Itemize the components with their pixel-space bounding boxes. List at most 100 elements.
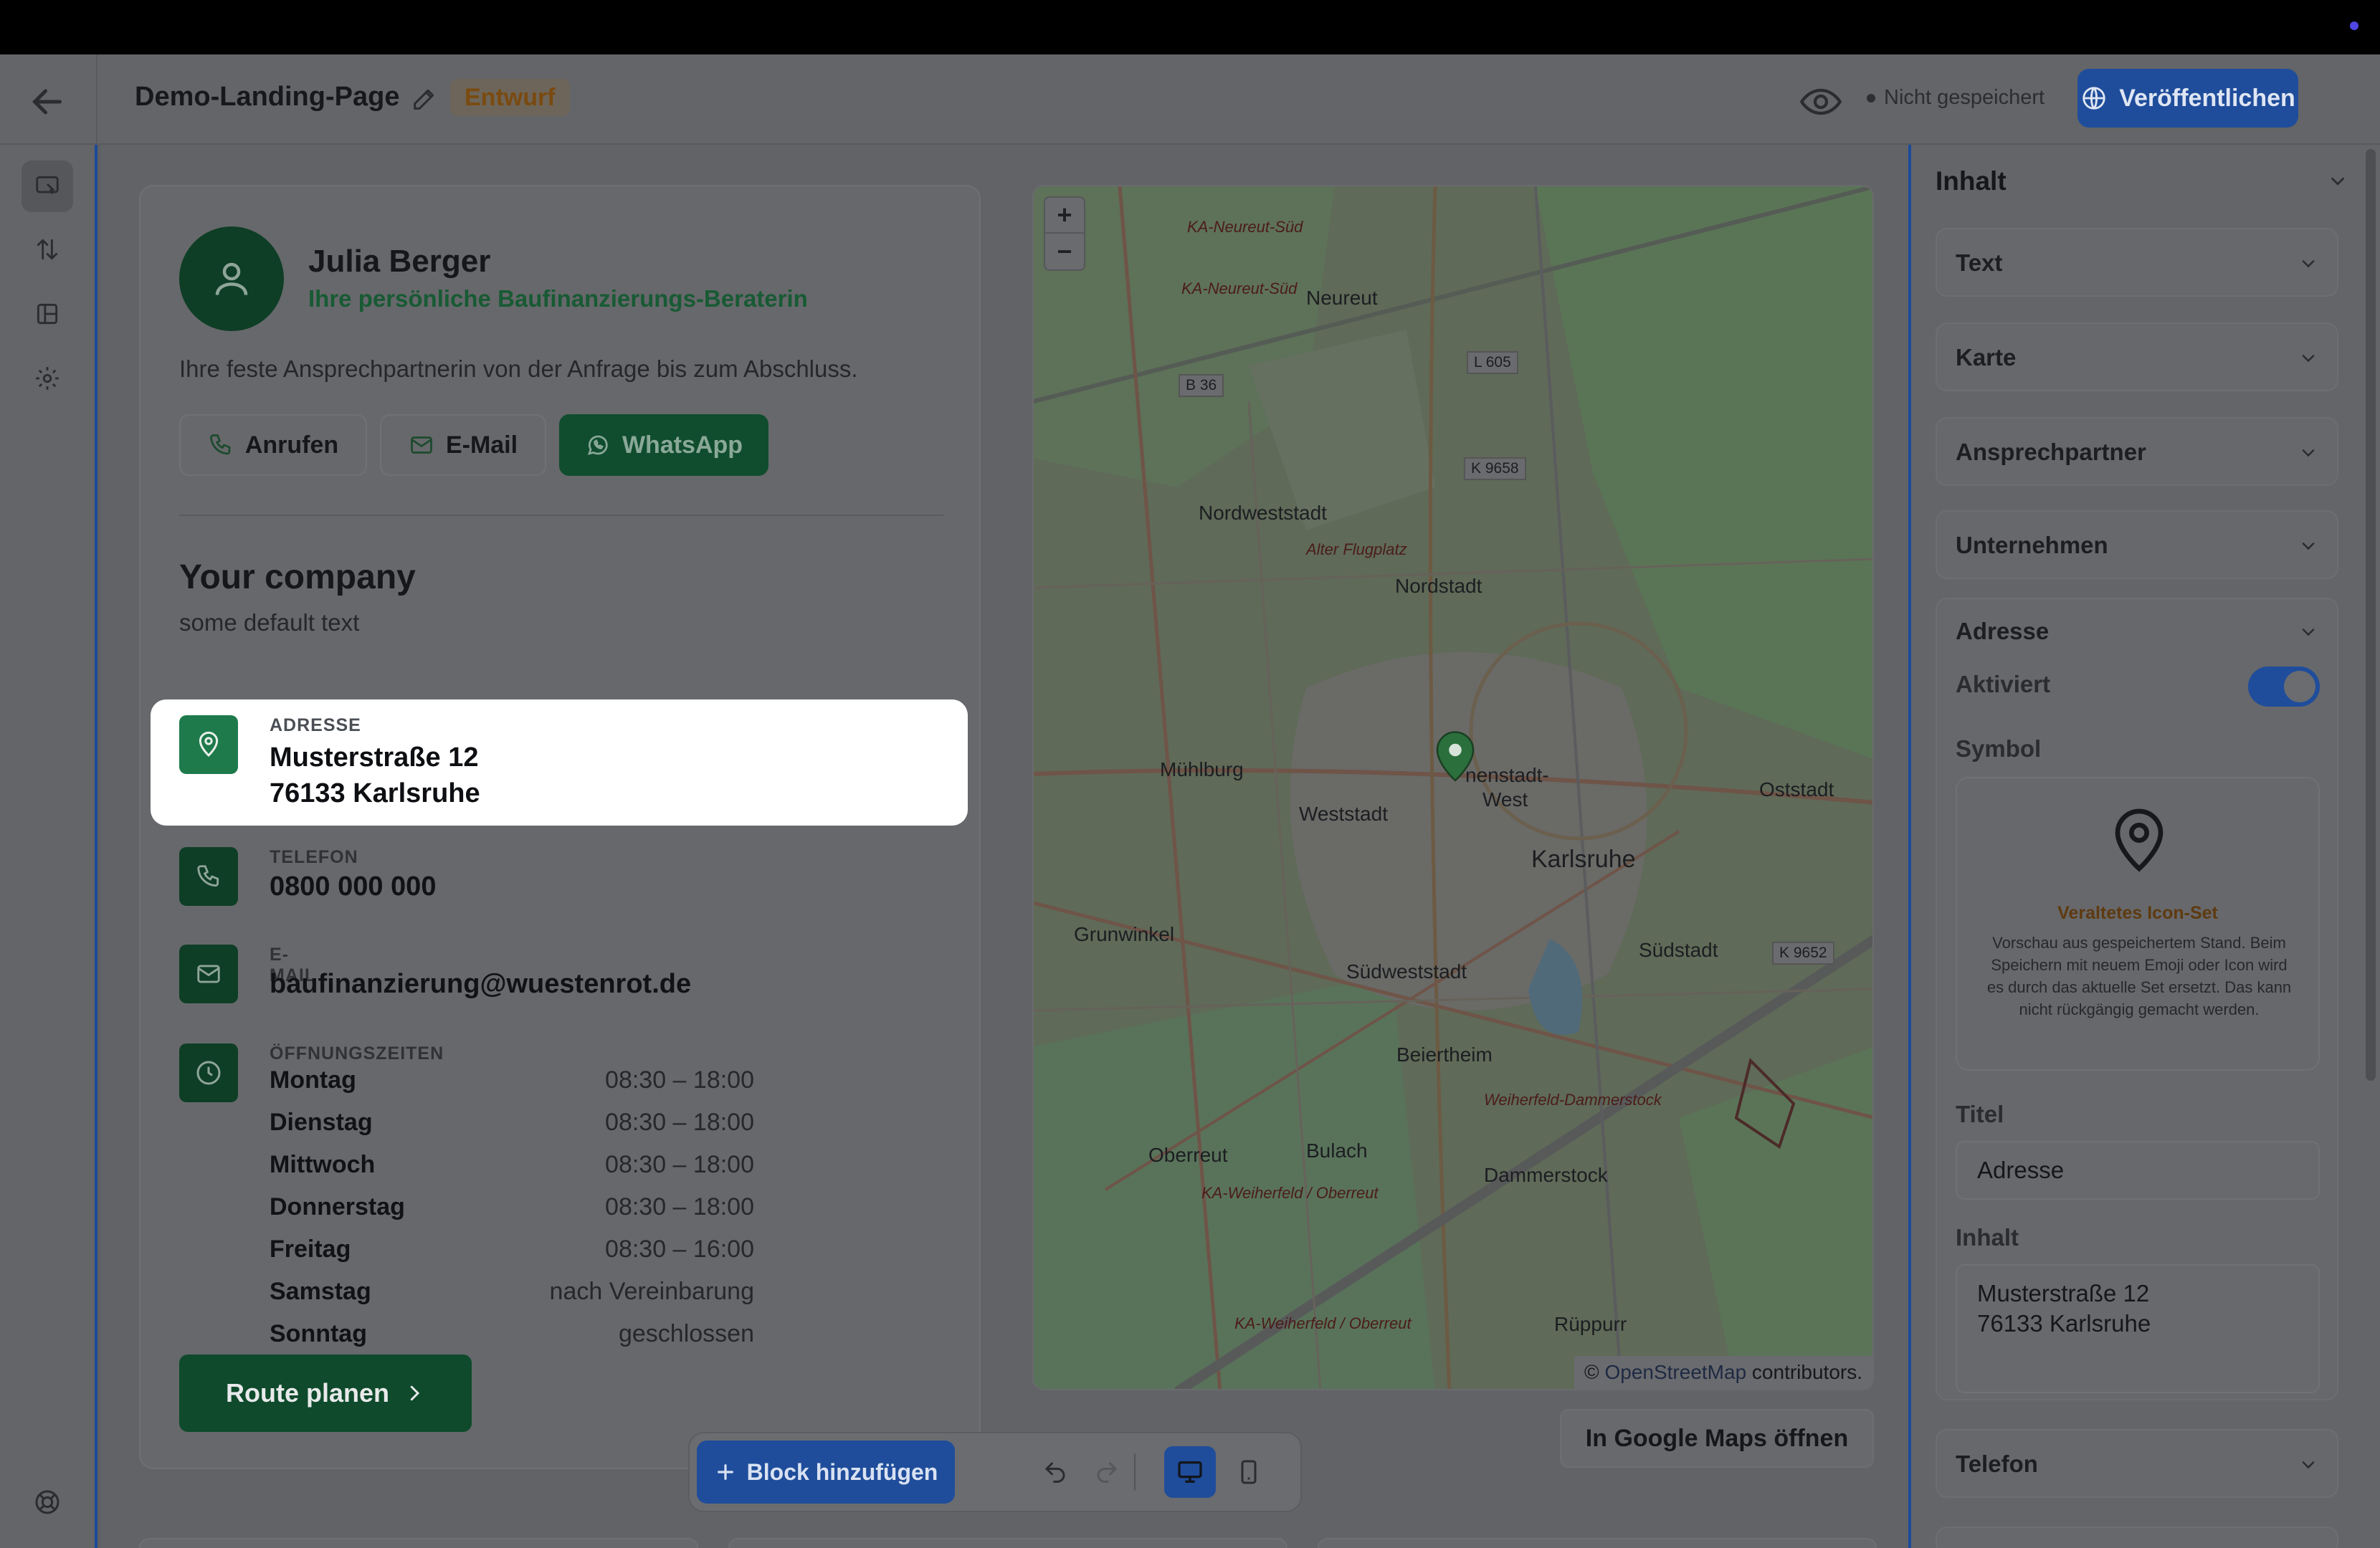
section-label: Telefon [1956,1451,2038,1477]
section-karte[interactable]: Karte [1936,322,2338,391]
email-button[interactable]: E-Mail [380,414,546,476]
enabled-toggle[interactable] [2248,666,2320,707]
chevron-down-icon [2302,629,2315,636]
route-button[interactable]: Route planen [179,1354,472,1432]
map-label: Oststadt [1759,778,1834,801]
add-block-button[interactable]: Block hinzufügen [697,1440,955,1504]
call-label: Anrufen [244,431,339,459]
chevron-down-icon[interactable] [2327,171,2348,192]
sidebar-item-layout[interactable] [22,288,73,340]
gear-icon [36,367,59,390]
section-label: Ansprechpartner [1956,439,2146,465]
hours-line: Freitag 08:30 – 16:00 [270,1236,754,1278]
sidebar-item-sort[interactable] [22,224,73,275]
company-text: some default text [179,609,360,636]
help-icon [35,1490,60,1514]
editor-header: Demo-Landing-Page Entwurf Nicht gespeich… [0,54,2380,145]
whatsapp-label: WhatsApp [622,431,743,459]
content-textarea[interactable]: Musterstraße 12 76133 Karlsruhe [1956,1264,2320,1393]
map-road-label: L 605 [1467,351,1518,374]
user-icon [215,262,248,295]
mobile-view-button[interactable] [1227,1451,1270,1494]
sort-icon [37,239,58,260]
section-ansprechpartner[interactable]: Ansprechpartner [1936,417,2338,486]
map-label: Rüppurr [1554,1313,1627,1335]
properties-panel: Inhalt Text Karte Ansprechpartner Untern… [1908,145,2380,1548]
company-name: Your company [179,558,416,596]
zoom-in-button[interactable]: + [1045,198,1084,234]
publish-button[interactable]: Veröffentlichen [2077,69,2298,128]
map-label: KA-Weiherfeld / Oberreut [1201,1184,1379,1202]
panel-scrollbar[interactable] [2366,149,2376,1081]
section-text[interactable]: Text [1936,228,2338,297]
hours-time: 08:30 – 18:00 [605,1193,754,1220]
zoom-control: + − [1044,196,1085,271]
section-label: Text [1956,249,2003,276]
sidebar-item-settings[interactable] [22,353,73,404]
chevron-down-icon [2302,355,2315,363]
map-label: Südweststadt [1346,960,1467,983]
google-maps-button[interactable]: In Google Maps öffnen [1560,1409,1874,1468]
map-marker-icon[interactable] [1434,728,1477,783]
address-line2: 76133 Karlsruhe [270,778,480,808]
undo-button[interactable] [1034,1451,1077,1494]
next-block-preview [139,1538,698,1548]
editor-canvas: Julia Berger Ihre persönliche Baufinanzi… [100,145,1908,1548]
section-label[interactable]: Adresse [1956,618,2049,645]
status-dot [2350,22,2358,30]
title-label: Titel [1956,1101,2004,1127]
mail-icon [179,945,238,1003]
phone-label: TELEFON [270,847,358,867]
map-label: KA-Neureut-Süd [1187,218,1303,236]
hours-day: Freitag [270,1236,351,1263]
chevron-down-icon [2302,543,2315,550]
section-telefon[interactable]: Telefon [1936,1429,2338,1498]
desktop-view-button[interactable] [1164,1446,1216,1498]
chevron-right-icon [410,1385,420,1401]
address-value: Musterstraße 12 76133 Karlsruhe [270,740,480,811]
hours-day: Samstag [270,1278,371,1305]
pages-icon [36,176,59,194]
hours-time: 08:30 – 16:00 [605,1236,754,1263]
hours-time: 08:30 – 18:00 [605,1151,754,1178]
redo-icon [1097,1462,1118,1483]
map-label: Nordstadt [1395,575,1482,597]
map-view[interactable]: + − KA-Neureut-Süd KA-Neureut-Süd Neureu… [1032,185,1874,1390]
chevron-down-icon [2302,260,2315,268]
map-label: Weststadt [1299,803,1388,825]
redo-button[interactable] [1085,1451,1128,1494]
map-tiles [1034,186,1872,1389]
contact-description: Ihre feste Ansprechpartnerin von der Anf… [179,355,858,382]
contact-block[interactable]: Julia Berger Ihre persönliche Baufinanzi… [139,185,981,1469]
back-button[interactable] [26,80,69,123]
help-button[interactable] [22,1476,73,1528]
chevron-down-icon [2302,449,2315,457]
hours-day: Dienstag [270,1109,373,1136]
map-label: Alter Flugplatz [1306,540,1407,558]
system-top-bar [0,0,2380,54]
section-adresse: Adresse Aktiviert Symbol Veraltetes Icon… [1936,598,2338,1400]
section-next[interactable] [1936,1526,2338,1548]
monitor-icon [1178,1461,1202,1483]
map-label: West [1482,788,1528,811]
map-road-label: K 9652 [1772,942,1834,965]
map-road-label: K 9658 [1464,457,1526,480]
phone-value: 0800 000 000 [270,871,437,902]
preview-button[interactable] [1798,79,1844,125]
mail-icon [411,436,432,454]
legacy-icon-text: Vorschau aus gespeichertem Stand. Beim S… [1986,934,2292,1018]
whatsapp-button[interactable]: WhatsApp [559,414,768,476]
zoom-out-button[interactable]: − [1045,234,1084,269]
pencil-icon[interactable] [410,85,439,113]
map-pin-icon [179,715,238,774]
symbol-picker[interactable]: Veraltetes Icon-Set Vorschau aus gespeic… [1956,777,2320,1071]
title-input[interactable]: Adresse [1956,1141,2320,1200]
section-unternehmen[interactable]: Unternehmen [1936,510,2338,579]
address-line1: Musterstraße 12 [270,742,479,773]
bottom-toolbar: Block hinzufügen [688,1432,1302,1512]
call-button[interactable]: Anrufen [179,414,367,476]
attribution-text: contributors. [1746,1361,1862,1383]
osm-link[interactable]: OpenStreetMap [1604,1361,1746,1383]
sidebar-item-pages[interactable] [22,161,73,212]
map-label: KA-Neureut-Süd [1181,280,1298,297]
